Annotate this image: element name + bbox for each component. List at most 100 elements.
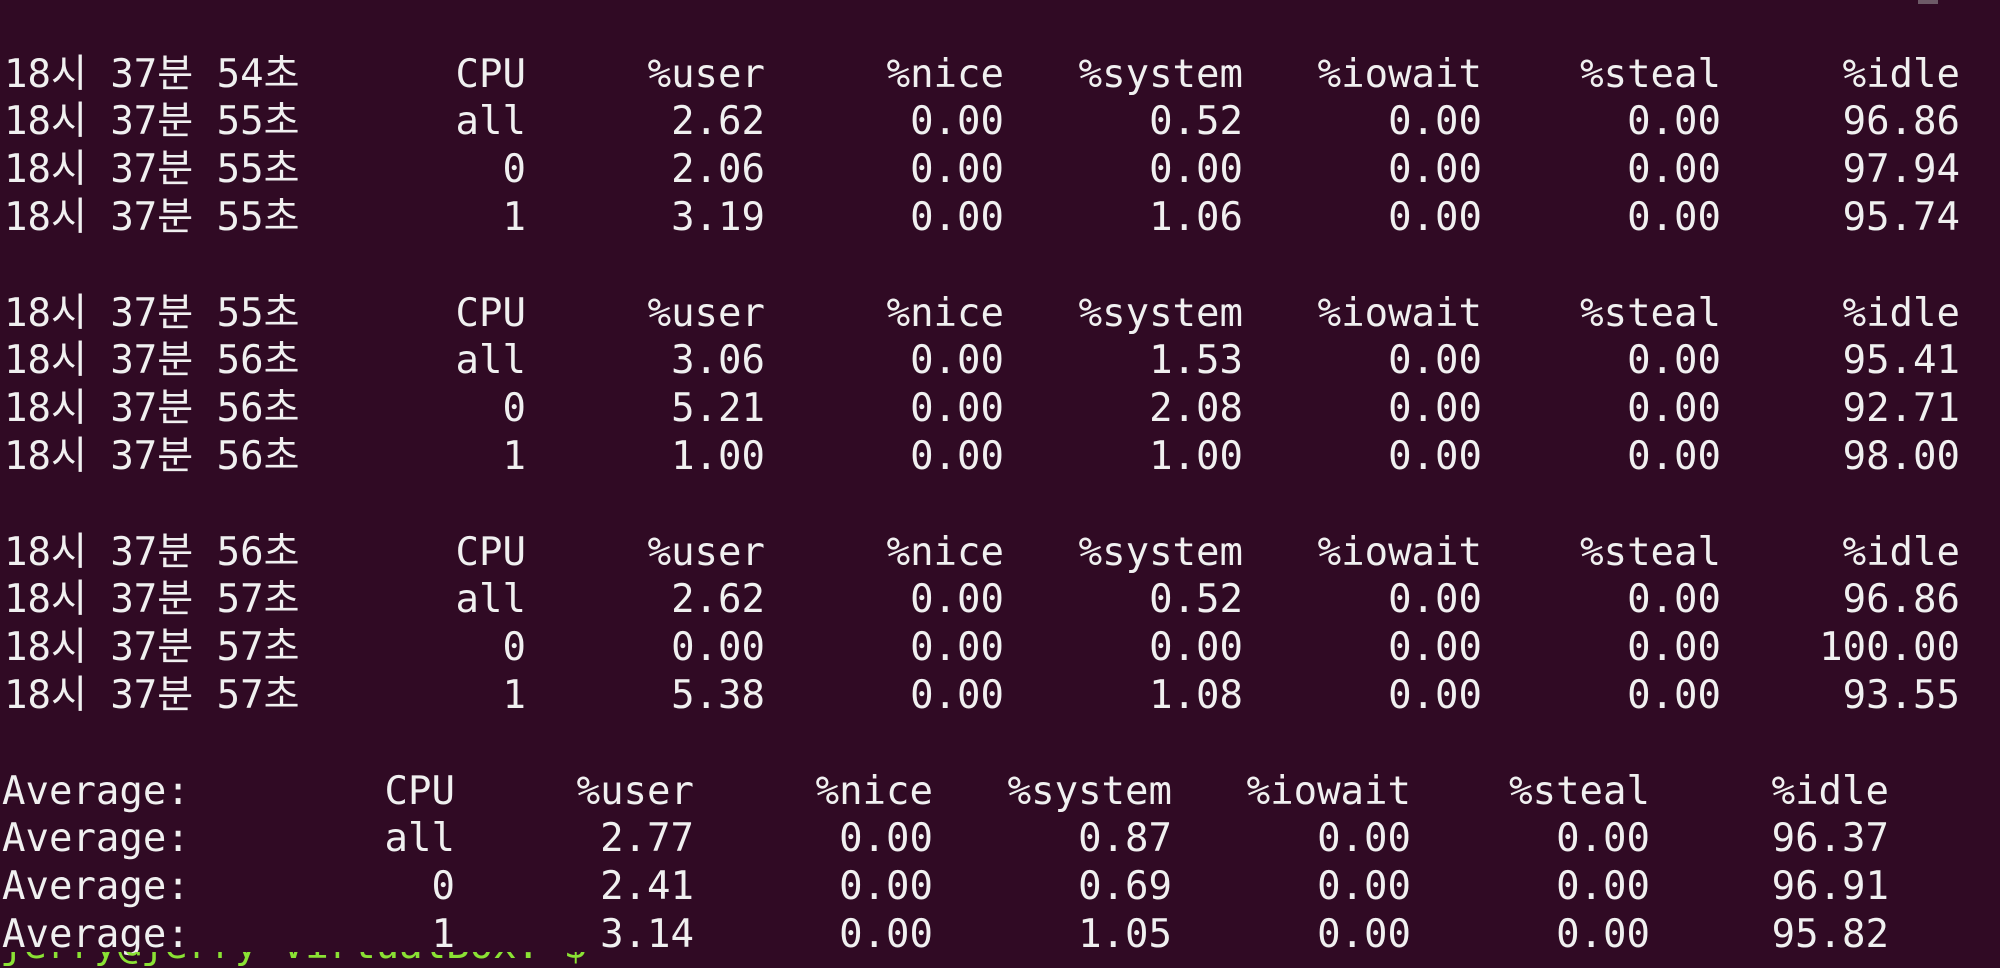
user-value: 3.14 xyxy=(600,912,694,957)
nice-value: 0.00 xyxy=(910,673,1004,718)
idle-value: 95.82 xyxy=(1771,912,1889,957)
scrollbar-thumb[interactable] xyxy=(1918,0,1938,4)
cpu-id: 0 xyxy=(502,625,526,670)
timestamp: 18시 37분 56초 xyxy=(4,338,300,383)
system-value: 1.00 xyxy=(1149,434,1243,479)
user-value: 5.21 xyxy=(671,386,765,431)
col-iowait-header: %iowait xyxy=(1317,530,1482,575)
cpu-id: 1 xyxy=(431,912,455,957)
shell-prompt[interactable]: jerry@jerry-VirtualBox:~$ xyxy=(0,952,900,968)
timestamp: 18시 37분 55초 xyxy=(4,195,300,240)
iowait-value: 0.00 xyxy=(1388,625,1482,670)
col-idle-header: %idle xyxy=(1842,291,1960,336)
user-value: 3.19 xyxy=(671,195,765,240)
timestamp: 18시 37분 56초 xyxy=(4,434,300,479)
mpstat-row: 18시 37분 57초 1 5.38 0.00 1.08 0.00 0.00 9… xyxy=(0,672,2000,719)
col-steal-header: %steal xyxy=(1580,52,1721,97)
timestamp: 18시 37분 55초 xyxy=(4,147,300,192)
idle-value: 96.91 xyxy=(1771,864,1889,909)
user-value: 2.62 xyxy=(671,99,765,144)
terminal-window[interactable]: 18시 37분 54초 CPU %user %nice %system %iow… xyxy=(0,0,2000,968)
idle-value: 98.00 xyxy=(1842,434,1960,479)
system-value: 0.69 xyxy=(1078,864,1172,909)
iowait-value: 0.00 xyxy=(1388,673,1482,718)
system-value: 1.06 xyxy=(1149,195,1243,240)
idle-value: 96.86 xyxy=(1842,99,1960,144)
nice-value: 0.00 xyxy=(910,147,1004,192)
user-value: 2.06 xyxy=(671,147,765,192)
col-idle-header: %idle xyxy=(1842,52,1960,97)
system-value: 0.00 xyxy=(1149,625,1243,670)
steal-value: 0.00 xyxy=(1627,673,1721,718)
col-system-header: %system xyxy=(1078,52,1243,97)
user-value: 3.06 xyxy=(671,338,765,383)
col-cpu-header: CPU xyxy=(455,291,526,336)
nice-value: 0.00 xyxy=(910,577,1004,622)
mpstat-row: 18시 37분 55초 0 2.06 0.00 0.00 0.00 0.00 9… xyxy=(0,146,2000,193)
nice-value: 0.00 xyxy=(910,338,1004,383)
iowait-value: 0.00 xyxy=(1388,195,1482,240)
idle-value: 96.86 xyxy=(1842,577,1960,622)
system-value: 1.05 xyxy=(1078,912,1172,957)
steal-value: 0.00 xyxy=(1556,864,1650,909)
average-row: Average: all 2.77 0.00 0.87 0.00 0.00 96… xyxy=(0,815,2000,862)
average-label: Average: xyxy=(2,816,190,861)
idle-value: 92.71 xyxy=(1842,386,1960,431)
col-steal-header: %steal xyxy=(1509,769,1650,814)
col-idle-header: %idle xyxy=(1771,769,1889,814)
col-steal-header: %steal xyxy=(1580,530,1721,575)
cpu-id: all xyxy=(384,816,455,861)
iowait-value: 0.00 xyxy=(1317,912,1411,957)
idle-value: 96.37 xyxy=(1771,816,1889,861)
iowait-value: 0.00 xyxy=(1388,338,1482,383)
col-nice-header: %nice xyxy=(815,769,933,814)
timestamp: 18시 37분 56초 xyxy=(4,530,300,575)
idle-value: 93.55 xyxy=(1842,673,1960,718)
system-value: 0.87 xyxy=(1078,816,1172,861)
system-value: 1.08 xyxy=(1149,673,1243,718)
cpu-id: all xyxy=(455,577,526,622)
iowait-value: 0.00 xyxy=(1388,99,1482,144)
steal-value: 0.00 xyxy=(1627,147,1721,192)
nice-value: 0.00 xyxy=(910,195,1004,240)
system-value: 0.00 xyxy=(1149,147,1243,192)
steal-value: 0.00 xyxy=(1627,195,1721,240)
col-cpu-header: CPU xyxy=(455,530,526,575)
col-steal-header: %steal xyxy=(1580,291,1721,336)
idle-value: 100.00 xyxy=(1819,625,1960,670)
steal-value: 0.00 xyxy=(1627,386,1721,431)
timestamp: 18시 37분 56초 xyxy=(4,386,300,431)
average-row: Average: 1 3.14 0.00 1.05 0.00 0.00 95.8… xyxy=(0,911,2000,958)
col-nice-header: %nice xyxy=(886,530,1004,575)
steal-value: 0.00 xyxy=(1627,577,1721,622)
col-system-header: %system xyxy=(1078,530,1243,575)
user-value: 2.41 xyxy=(600,864,694,909)
nice-value: 0.00 xyxy=(839,816,933,861)
mpstat-row: 18시 37분 56초 1 1.00 0.00 1.00 0.00 0.00 9… xyxy=(0,433,2000,480)
mpstat-row: 18시 37분 57초 all 2.62 0.00 0.52 0.00 0.00… xyxy=(0,576,2000,623)
col-user-header: %user xyxy=(647,530,765,575)
col-cpu-header: CPU xyxy=(455,52,526,97)
col-iowait-header: %iowait xyxy=(1317,52,1482,97)
steal-value: 0.00 xyxy=(1627,625,1721,670)
user-value: 0.00 xyxy=(671,625,765,670)
nice-value: 0.00 xyxy=(839,864,933,909)
iowait-value: 0.00 xyxy=(1317,816,1411,861)
col-user-header: %user xyxy=(647,291,765,336)
timestamp: 18시 37분 55초 xyxy=(4,291,300,336)
nice-value: 0.00 xyxy=(910,625,1004,670)
cpu-id: 1 xyxy=(502,673,526,718)
system-value: 0.52 xyxy=(1149,99,1243,144)
col-system-header: %system xyxy=(1078,291,1243,336)
average-row: Average: 0 2.41 0.00 0.69 0.00 0.00 96.9… xyxy=(0,863,2000,910)
col-cpu-header: CPU xyxy=(384,769,455,814)
average-label: Average: xyxy=(2,912,190,957)
mpstat-row: 18시 37분 56초 all 3.06 0.00 1.53 0.00 0.00… xyxy=(0,337,2000,384)
iowait-value: 0.00 xyxy=(1388,577,1482,622)
timestamp: 18시 37분 54초 xyxy=(4,52,300,97)
steal-value: 0.00 xyxy=(1627,99,1721,144)
system-value: 1.53 xyxy=(1149,338,1243,383)
iowait-value: 0.00 xyxy=(1388,147,1482,192)
idle-value: 97.94 xyxy=(1842,147,1960,192)
nice-value: 0.00 xyxy=(910,386,1004,431)
